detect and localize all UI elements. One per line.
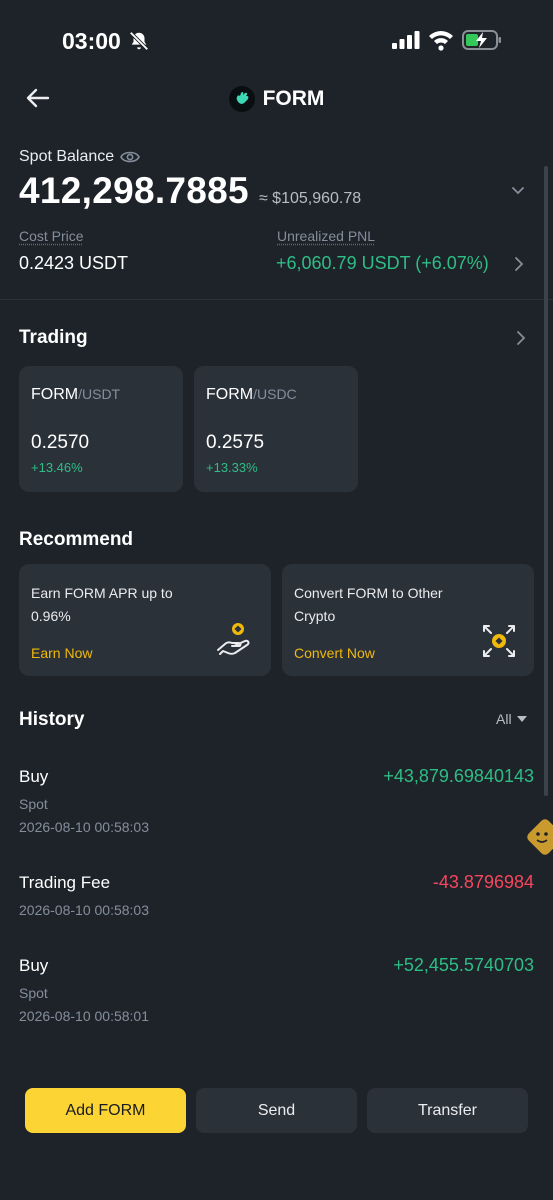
status-bar: 03:00 — [0, 0, 553, 80]
chevron-down-icon[interactable] — [510, 182, 526, 198]
pair-name: FORM/USDC — [206, 386, 297, 404]
history-amount: +52,455.5740703 — [393, 955, 534, 975]
header-title-group: FORM — [0, 84, 553, 114]
history-type: Buy — [19, 956, 49, 975]
spot-balance-label: Spot Balance — [19, 148, 115, 165]
history-filter-dropdown[interactable]: All — [496, 711, 527, 727]
cost-price-label: Cost Price — [19, 228, 84, 244]
transfer-button[interactable]: Transfer — [367, 1088, 528, 1133]
home-indicator — [0, 1192, 553, 1200]
history-time: 2026-08-10 00:58:03 — [19, 902, 149, 918]
earn-now-link[interactable]: Earn Now — [31, 645, 92, 661]
chevron-right-icon[interactable] — [512, 256, 526, 272]
bottom-action-bar: Add FORM Send Transfer — [0, 1070, 553, 1200]
unrealized-pnl-label: Unrealized PNL — [277, 228, 376, 244]
chevron-right-icon[interactable] — [514, 330, 528, 346]
trading-pair-card-form-usdc[interactable]: FORM/USDC 0.2575 +13.33% — [194, 366, 358, 492]
history-type: Trading Fee — [19, 873, 111, 892]
recommend-section-title: Recommend — [19, 529, 134, 550]
floating-mascot-icon[interactable] — [525, 816, 553, 858]
wifi-icon — [429, 31, 453, 51]
cell-signal-icon — [392, 31, 420, 49]
pair-name: FORM/USDT — [31, 386, 120, 404]
convert-now-link[interactable]: Convert Now — [294, 645, 375, 661]
recommend-text: Earn FORM APR up to 0.96% — [31, 585, 173, 624]
history-filter-value: All — [496, 711, 512, 727]
pair-quote: /USDC — [253, 386, 297, 402]
balance-value: 412,298.7885 — [19, 170, 249, 211]
trading-pair-card-form-usdt[interactable]: FORM/USDT 0.2570 +13.46% — [19, 366, 183, 492]
battery-charging-icon — [462, 30, 501, 50]
history-time: 2026-08-10 00:58:01 — [19, 1008, 149, 1024]
add-form-button[interactable]: Add FORM — [25, 1088, 186, 1133]
history-section-title: History — [19, 709, 85, 730]
pair-base: FORM — [206, 386, 254, 403]
page-title: FORM — [262, 87, 325, 110]
history-amount: +43,879.69840143 — [383, 766, 534, 786]
history-account: Spot — [19, 985, 48, 1001]
section-divider — [0, 299, 553, 300]
convert-coin-icon — [483, 625, 515, 657]
pair-change: +13.33% — [206, 460, 258, 475]
status-time: 03:00 — [62, 28, 121, 54]
pair-change: +13.46% — [31, 460, 83, 475]
unrealized-pnl-value[interactable]: +6,060.79 USDT (+6.07%) — [276, 253, 489, 274]
spot-balance-label-row: Spot Balance — [19, 148, 141, 166]
history-amount: -43.8796984 — [432, 872, 534, 892]
history-account: Spot — [19, 796, 48, 812]
history-time: 2026-08-10 00:58:03 — [19, 819, 149, 835]
recommend-card-earn[interactable]: Earn FORM APR up to 0.96% Earn Now — [19, 564, 271, 676]
history-type: Buy — [19, 767, 49, 786]
pair-price: 0.2570 — [31, 432, 90, 453]
asset-detail-page: 03:00 FORM Spot Balance 412,298.7885 ≈ $… — [0, 0, 553, 1200]
cost-price-value: 0.2423 USDT — [19, 253, 129, 273]
balance-usd-equivalent: ≈ $105,960.78 — [258, 190, 362, 207]
scrollbar[interactable] — [544, 166, 548, 796]
caret-down-icon — [516, 715, 527, 722]
trading-section-title: Trading — [19, 327, 88, 348]
send-button[interactable]: Send — [196, 1088, 357, 1133]
form-token-logo-icon — [228, 86, 255, 112]
balance-row: 412,298.7885 ≈ $105,960.78 — [19, 170, 361, 212]
eye-icon[interactable] — [120, 150, 141, 164]
pair-price: 0.2575 — [206, 432, 265, 453]
earn-hand-coin-icon — [217, 623, 250, 655]
pair-quote: /USDT — [78, 386, 121, 402]
bell-muted-icon — [129, 31, 149, 51]
recommend-card-convert[interactable]: Convert FORM to Other Crypto Convert Now — [282, 564, 534, 676]
recommend-text: Convert FORM to Other Crypto — [294, 585, 443, 624]
pair-base: FORM — [31, 386, 79, 403]
